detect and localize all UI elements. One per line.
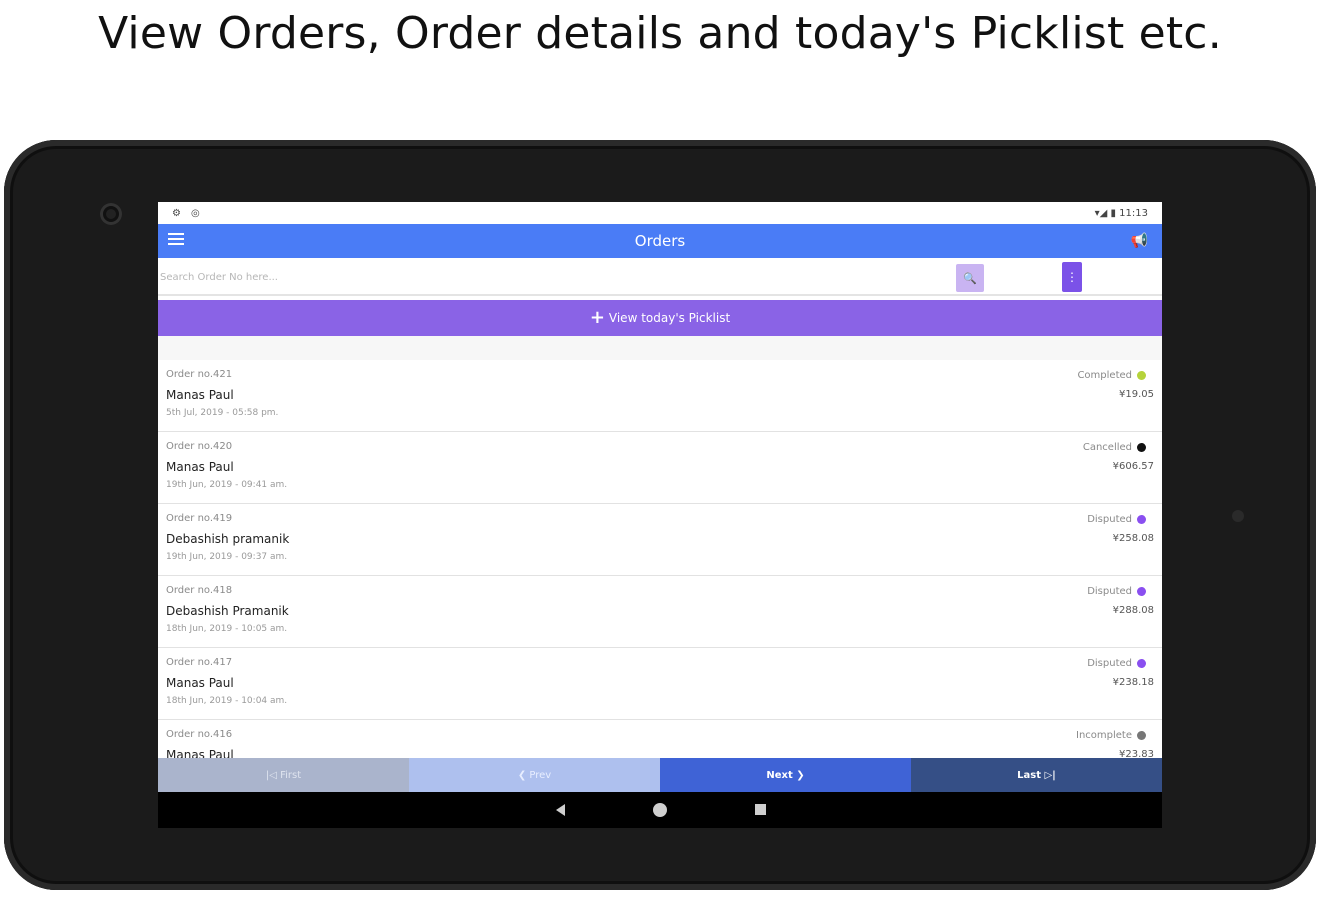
status-dot-icon — [1137, 371, 1146, 380]
picklist-label: View today's Picklist — [608, 311, 731, 325]
search-row: 🔍 ⋮ — [158, 258, 1162, 296]
orders-list: Order no.421 Manas Paul 5th Jul, 2019 - … — [158, 360, 1162, 792]
plus-icon: + — [589, 307, 605, 328]
status-dot-icon — [1137, 443, 1146, 452]
status-dot-icon — [1137, 515, 1146, 524]
view-picklist-button[interactable]: + View today's Picklist — [158, 300, 1162, 336]
order-date: 5th Jul, 2019 - 05:58 pm. — [166, 408, 279, 418]
order-number: Order no.421 — [166, 369, 233, 380]
list-spacer — [158, 336, 1162, 360]
order-row[interactable]: Order no.420 Manas Paul 19th Jun, 2019 -… — [158, 432, 1162, 504]
customer-name: Debashish Pramanik — [166, 604, 289, 618]
order-number: Order no.418 — [166, 585, 233, 596]
order-row[interactable]: Order no.419 Debashish pramanik 19th Jun… — [158, 504, 1162, 576]
order-status: Completed — [1077, 370, 1132, 381]
order-date: 18th Jun, 2019 - 10:04 am. — [166, 696, 288, 706]
settings-icon: ⚙ — [172, 207, 181, 219]
page-title: Orders — [634, 232, 686, 250]
order-status: Disputed — [1087, 658, 1132, 669]
order-amount: ¥606.57 — [1112, 461, 1154, 472]
next-page-button[interactable]: Next ❯ — [660, 758, 911, 792]
megaphone-icon[interactable]: 📢 — [1131, 233, 1148, 249]
status-dot-icon — [1137, 587, 1146, 596]
order-number: Order no.417 — [166, 657, 233, 668]
first-page-button[interactable]: |◁ First — [158, 758, 409, 792]
customer-name: Debashish pramanik — [166, 532, 290, 546]
last-page-button[interactable]: Last ▷| — [911, 758, 1162, 792]
search-icon: 🔍 — [963, 271, 977, 285]
status-dot-icon — [1137, 731, 1146, 740]
order-number: Order no.420 — [166, 441, 233, 452]
customer-name: Manas Paul — [166, 676, 234, 690]
status-dot-icon — [1137, 659, 1146, 668]
customer-name: Manas Paul — [166, 388, 234, 402]
status-bar: ⚙ ◎ ▾◢ ▮ 11:13 — [158, 202, 1162, 224]
order-date: 19th Jun, 2019 - 09:37 am. — [166, 552, 288, 562]
order-date: 19th Jun, 2019 - 09:41 am. — [166, 480, 288, 490]
more-vert-icon[interactable]: ⋮ — [1062, 262, 1082, 292]
status-time: ▾◢ ▮ 11:13 — [1094, 207, 1148, 219]
hamburger-menu-icon[interactable] — [168, 233, 184, 247]
tablet-sensor — [1232, 510, 1244, 522]
order-row[interactable]: Order no.418 Debashish Pramanik 18th Jun… — [158, 576, 1162, 648]
prev-page-button[interactable]: ❮ Prev — [409, 758, 660, 792]
home-icon[interactable] — [653, 803, 667, 817]
order-date: 18th Jun, 2019 - 10:05 am. — [166, 624, 288, 634]
device-screen: ⚙ ◎ ▾◢ ▮ 11:13 Orders 📢 🔍 ⋮ + View today… — [158, 202, 1162, 828]
headline-caption: View Orders, Order details and today's P… — [98, 8, 1222, 59]
order-amount: ¥258.08 — [1112, 533, 1154, 544]
order-number: Order no.419 — [166, 513, 233, 524]
order-row[interactable]: Order no.421 Manas Paul 5th Jul, 2019 - … — [158, 360, 1162, 432]
order-amount: ¥19.05 — [1119, 389, 1154, 400]
customer-name: Manas Paul — [166, 460, 234, 474]
camera-lens — [100, 203, 122, 225]
order-amount: ¥288.08 — [1112, 605, 1154, 616]
pagination-bar: |◁ First ❮ Prev Next ❯ Last ▷| — [158, 758, 1162, 792]
order-status: Incomplete — [1076, 730, 1132, 741]
order-status: Disputed — [1087, 514, 1132, 525]
recent-apps-icon[interactable] — [755, 804, 766, 815]
order-amount: ¥238.18 — [1112, 677, 1154, 688]
back-icon[interactable] — [556, 804, 565, 816]
order-number: Order no.416 — [166, 729, 233, 740]
app-bar: Orders 📢 — [158, 224, 1162, 258]
search-button[interactable]: 🔍 — [956, 264, 984, 292]
order-row[interactable]: Order no.417 Manas Paul 18th Jun, 2019 -… — [158, 648, 1162, 720]
search-input[interactable] — [160, 264, 950, 290]
android-nav-bar — [158, 792, 1162, 828]
order-status: Disputed — [1087, 586, 1132, 597]
sync-icon: ◎ — [190, 207, 200, 219]
order-status: Cancelled — [1082, 442, 1132, 453]
